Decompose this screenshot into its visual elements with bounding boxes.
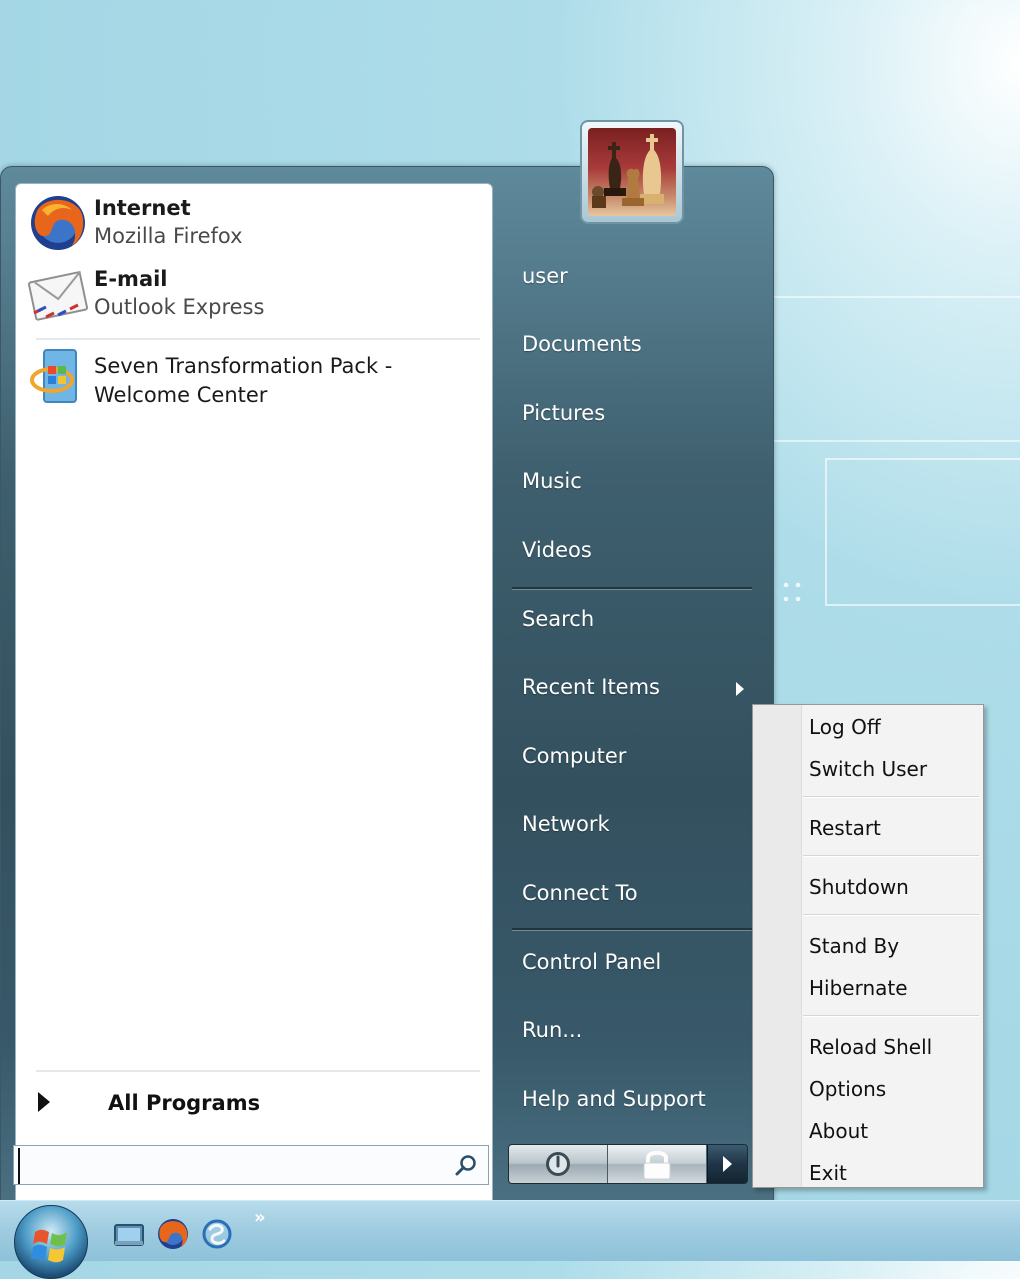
menu-icon-gutter: [753, 705, 802, 1187]
menu-item-label: Exit: [809, 1161, 847, 1185]
pinned-separator: [36, 338, 480, 340]
right-item-connect-to[interactable]: Connect To: [510, 871, 754, 919]
lock-button[interactable]: [608, 1145, 706, 1183]
menu-item-label: Switch User: [809, 757, 928, 781]
menu-item-reload-shell[interactable]: Reload Shell: [805, 1027, 981, 1067]
right-item-label: Connect To: [522, 881, 638, 905]
power-options-arrow-button[interactable]: [707, 1145, 747, 1183]
right-item-network[interactable]: Network: [510, 802, 754, 850]
chevron-right-icon: [736, 682, 744, 696]
menu-item-label: Hibernate: [809, 976, 908, 1000]
all-programs-label: All Programs: [108, 1091, 261, 1115]
menu-separator: [803, 796, 979, 798]
envelope-icon: [28, 270, 88, 321]
windows-logo-icon: [31, 1229, 67, 1263]
firefox-icon[interactable]: [156, 1217, 190, 1251]
menu-item-stand-by[interactable]: Stand By: [805, 926, 981, 966]
pinned-item-title: Internet: [94, 196, 191, 220]
pinned-item-subtitle: Outlook Express: [94, 295, 265, 319]
firefox-icon: [31, 196, 85, 250]
menu-separator: [803, 1015, 979, 1017]
arrow-right-icon: [723, 1156, 732, 1172]
all-programs-separator: [36, 1070, 480, 1072]
right-item-recent-items[interactable]: Recent Items: [510, 665, 754, 713]
arrow-right-icon: [38, 1092, 50, 1112]
power-icon: [546, 1152, 570, 1176]
right-item-documents[interactable]: Documents: [510, 322, 754, 370]
right-item-music[interactable]: Music: [510, 459, 754, 507]
menu-item-label: Shutdown: [809, 875, 909, 899]
menu-item-label: About: [809, 1119, 869, 1143]
menu-item-switch-user[interactable]: Switch User: [805, 749, 981, 789]
right-item-label: Computer: [522, 744, 627, 768]
pinned-item-subtitle: Mozilla Firefox: [94, 224, 243, 248]
all-programs-button[interactable]: All Programs: [30, 1084, 480, 1124]
lock-icon: [643, 1150, 671, 1180]
menu-item-label: Log Off: [809, 715, 881, 739]
power-button-bar: [508, 1144, 748, 1184]
search-icon[interactable]: [454, 1153, 478, 1177]
chess-picture-icon: [588, 128, 676, 216]
menu-separator: [803, 855, 979, 857]
show-desktop-icon[interactable]: [112, 1217, 146, 1251]
right-item-label: Music: [522, 469, 582, 493]
pinned-item-internet[interactable]: Internet Mozilla Firefox: [22, 188, 482, 252]
desktop-highlight-line: [770, 440, 1020, 442]
right-item-label: Pictures: [522, 401, 606, 425]
right-item-pictures[interactable]: Pictures: [510, 391, 754, 439]
right-item-videos[interactable]: Videos: [510, 528, 754, 576]
desktop-highlight-line: [770, 296, 1020, 298]
right-item-control-panel[interactable]: Control Panel: [510, 940, 754, 988]
right-item-label: user: [522, 264, 568, 288]
menu-item-exit[interactable]: Exit: [805, 1153, 981, 1193]
user-avatar[interactable]: [580, 120, 684, 224]
right-item-label: Run...: [522, 1018, 583, 1042]
start-menu-left-pane: Internet Mozilla Firefox E-mail Outlook …: [15, 183, 493, 1201]
switcher-icon[interactable]: [200, 1217, 234, 1251]
start-button[interactable]: [14, 1205, 88, 1279]
menu-item-label: Restart: [809, 816, 881, 840]
pinned-item-email[interactable]: E-mail Outlook Express: [22, 259, 482, 323]
quick-launch-overflow[interactable]: »: [254, 1207, 266, 1228]
menu-item-options[interactable]: Options: [805, 1069, 981, 1109]
right-item-computer[interactable]: Computer: [510, 734, 754, 782]
search-box: [13, 1145, 489, 1185]
right-item-help-and-support[interactable]: Help and Support: [510, 1077, 754, 1125]
menu-item-label: Reload Shell: [809, 1035, 933, 1059]
right-item-user[interactable]: user: [510, 254, 754, 302]
windows-logo-icon: [30, 349, 77, 403]
right-item-label: Control Panel: [522, 950, 662, 974]
menu-item-shutdown[interactable]: Shutdown: [805, 867, 981, 907]
menu-item-label: Stand By: [809, 934, 900, 958]
right-pane-separator: [512, 587, 752, 590]
search-input[interactable]: [18, 1148, 446, 1184]
menu-item-log-off[interactable]: Log Off: [805, 707, 981, 747]
desktop-decoration-frame: [825, 458, 1020, 606]
menu-item-restart[interactable]: Restart: [805, 808, 981, 848]
right-item-run[interactable]: Run...: [510, 1008, 754, 1056]
right-item-label: Documents: [522, 332, 642, 356]
menu-separator: [803, 914, 979, 916]
menu-item-about[interactable]: About: [805, 1111, 981, 1151]
right-item-label: Recent Items: [522, 675, 660, 699]
power-options-menu: Log Off Switch User Restart Shutdown Sta…: [752, 704, 984, 1188]
pinned-item-title: E-mail: [94, 267, 168, 291]
recent-item-welcome-center[interactable]: Seven Transformation Pack - Welcome Cent…: [22, 344, 482, 416]
right-item-label: Help and Support: [522, 1087, 706, 1111]
right-item-label: Videos: [522, 538, 592, 562]
right-item-label: Network: [522, 812, 610, 836]
desktop-decoration-dots: [780, 578, 804, 606]
right-item-label: Search: [522, 607, 595, 631]
right-pane-separator: [512, 928, 752, 931]
menu-item-label: Options: [809, 1077, 887, 1101]
taskbar: »: [0, 1200, 1020, 1279]
recent-item-line2: Welcome Center: [94, 383, 268, 407]
menu-item-hibernate[interactable]: Hibernate: [805, 968, 981, 1008]
recent-item-line1: Seven Transformation Pack -: [94, 354, 393, 378]
right-item-search[interactable]: Search: [510, 597, 754, 645]
power-button[interactable]: [509, 1145, 608, 1183]
